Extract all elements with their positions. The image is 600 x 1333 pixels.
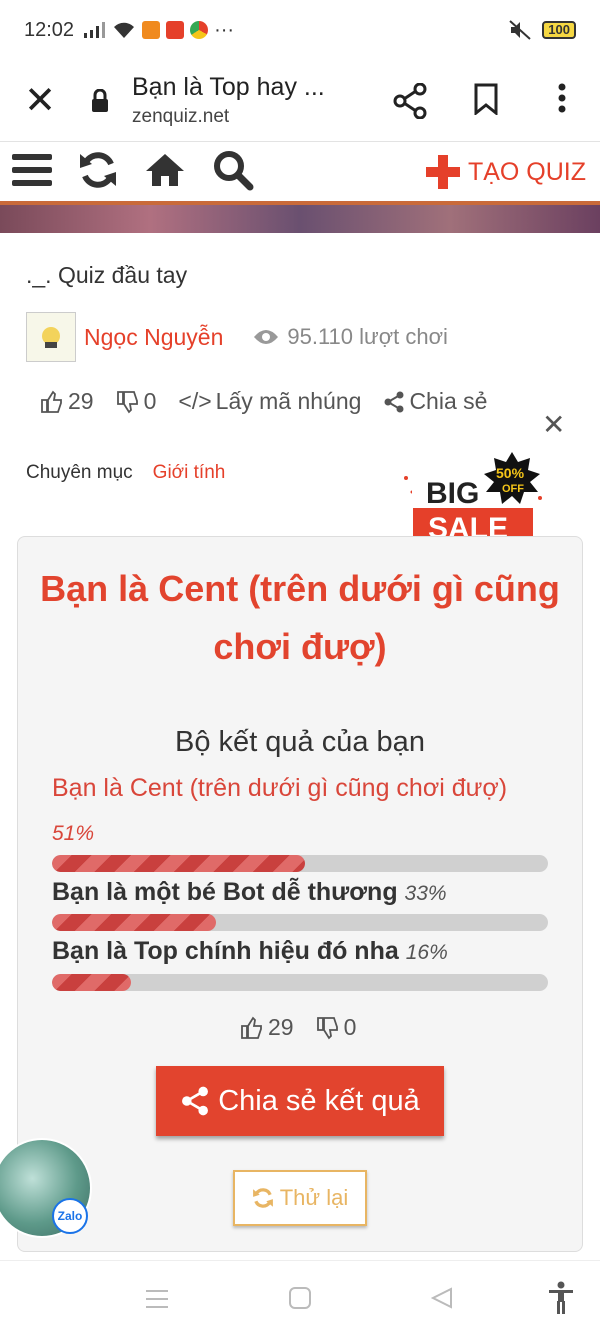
- result-2-bar: [52, 914, 548, 931]
- result-2-label: Bạn là một bé Bot dễ thương: [52, 878, 398, 906]
- category-row: Chuyên mục Giới tính: [26, 462, 225, 484]
- plus-icon: [425, 155, 460, 189]
- quiz-actions: 29 0 </> Lấy mã nhúng Chia sẻ: [40, 388, 509, 415]
- share-result-label: Chia sẻ kết quả: [218, 1084, 420, 1117]
- youtube-icon: [142, 21, 161, 39]
- battery-icon: 100: [542, 21, 576, 39]
- refresh-icon: [252, 1188, 273, 1208]
- like-count: 29: [68, 388, 94, 414]
- create-quiz-label: TẠO QUIZ: [467, 157, 586, 186]
- close-ad-icon[interactable]: ✕: [542, 408, 565, 441]
- thumbs-up-icon: [41, 390, 62, 413]
- status-time: 12:02: [24, 18, 75, 41]
- category-label: Chuyên mục: [26, 462, 133, 483]
- result-votes: 29 0: [240, 1014, 356, 1041]
- more-notifications-icon: ···: [214, 18, 235, 41]
- dislike-count: 0: [143, 388, 157, 414]
- banner-image: [0, 201, 600, 233]
- search-icon[interactable]: [212, 149, 254, 196]
- result-2-row: Bạn là một bé Bot dễ thương 33%: [52, 878, 447, 907]
- result-title: Bạn là Cent (trên dưới gì cũng chơi đượ): [40, 568, 560, 667]
- result-3-bar: [52, 974, 548, 991]
- result-dislike-count: 0: [343, 1014, 357, 1040]
- author-name[interactable]: Ngọc Nguyễn: [84, 324, 223, 351]
- result-3-percent: 16%: [405, 941, 448, 964]
- thumbs-down-icon: [116, 390, 138, 413]
- play-count: 95.110 lượt chơi: [253, 324, 448, 350]
- bookmark-icon[interactable]: [448, 83, 524, 119]
- share-icon: [384, 391, 404, 412]
- result-dislike-button[interactable]: 0: [316, 1014, 357, 1041]
- result-1-bar-fill: [52, 855, 305, 872]
- result-3-label: Bạn là Top chính hiệu đó nha: [52, 937, 399, 965]
- accessibility-icon[interactable]: [548, 1281, 574, 1315]
- page-domain: zenquiz.net: [132, 106, 230, 127]
- ad-percent-text: 50%: [496, 465, 525, 481]
- thumbs-down-icon: [316, 1016, 338, 1039]
- result-like-button[interactable]: 29: [240, 1014, 294, 1041]
- result-3-bar-fill: [52, 974, 132, 991]
- mute-icon: [509, 20, 531, 40]
- status-bar: 12:02 ··· 100: [0, 0, 600, 60]
- retry-label: Thử lại: [279, 1185, 349, 1210]
- zalo-badge: Zalo: [52, 1198, 88, 1234]
- ad-big-text: BIG: [426, 477, 479, 510]
- category-link[interactable]: Giới tính: [153, 462, 226, 484]
- recents-icon[interactable]: [146, 1289, 168, 1309]
- embed-button[interactable]: </> Lấy mã nhúng: [178, 388, 361, 415]
- play-count-label: 95.110 lượt chơi: [287, 324, 448, 349]
- wifi-icon: [114, 22, 135, 38]
- create-quiz-button[interactable]: TẠO QUIZ: [425, 155, 586, 189]
- system-nav-bar: [0, 1260, 600, 1333]
- close-tab-icon[interactable]: ✕: [0, 78, 80, 123]
- news-app-icon: [166, 21, 185, 39]
- eye-icon: [254, 330, 279, 344]
- retry-button[interactable]: Thử lại: [233, 1170, 367, 1226]
- quiz-title: ._. Quiz đầu tay: [26, 262, 188, 288]
- hamburger-menu-icon[interactable]: [12, 152, 52, 193]
- share-quiz-button[interactable]: Chia sẻ: [383, 388, 487, 415]
- code-icon: </>: [178, 388, 212, 414]
- result-1-bar: [52, 855, 548, 872]
- home-icon[interactable]: [144, 152, 186, 193]
- share-result-button[interactable]: Chia sẻ kết quả: [156, 1066, 444, 1136]
- result-2-bar-fill: [52, 914, 216, 931]
- url-box[interactable]: Bạn là Top hay ... zenquiz.net: [120, 73, 372, 128]
- chrome-icon: [190, 21, 209, 39]
- result-2-percent: 33%: [404, 882, 447, 905]
- zalo-chat-bubble[interactable]: Zalo: [0, 1138, 92, 1238]
- status-icons: ···: [84, 19, 234, 42]
- thumbs-up-icon: [241, 1016, 262, 1039]
- result-heading: Bộ kết quả của bạn: [175, 726, 425, 758]
- home-nav-icon[interactable]: [289, 1287, 311, 1309]
- result-1-percent: 51%: [52, 822, 95, 845]
- author-row: Ngọc Nguyễn 95.110 lượt chơi: [26, 312, 448, 362]
- result-1-label: Bạn là Cent (trên dưới gì cũng chơi đượ): [52, 774, 508, 802]
- embed-label: Lấy mã nhúng: [215, 388, 362, 414]
- signal-icon: [84, 22, 106, 38]
- page-title: Bạn là Top hay ...: [132, 73, 325, 101]
- share-icon: [182, 1086, 209, 1116]
- refresh-icon[interactable]: [78, 150, 118, 195]
- more-menu-icon[interactable]: [524, 83, 600, 119]
- browser-toolbar: ✕ Bạn là Top hay ... zenquiz.net: [0, 60, 600, 142]
- avatar[interactable]: [26, 312, 76, 362]
- dislike-button[interactable]: 0: [116, 388, 157, 415]
- ad-off-text: OFF: [502, 483, 524, 495]
- result-3-row: Bạn là Top chính hiệu đó nha 16%: [52, 937, 448, 966]
- share-icon[interactable]: [372, 82, 448, 119]
- result-like-count: 29: [268, 1014, 294, 1040]
- like-button[interactable]: 29: [40, 388, 94, 415]
- site-nav: TẠO QUIZ: [0, 143, 600, 201]
- lock-icon[interactable]: [80, 88, 120, 113]
- share-quiz-label: Chia sẻ: [409, 388, 488, 414]
- back-icon[interactable]: [431, 1287, 453, 1309]
